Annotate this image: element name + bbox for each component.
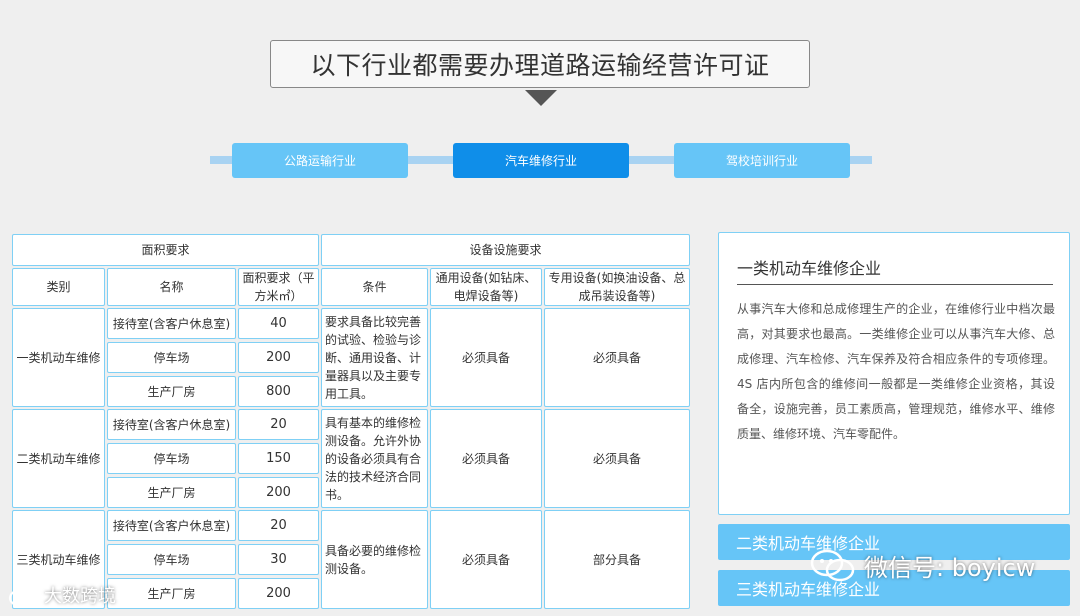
header-condition: 条件 <box>321 268 428 306</box>
row-general-equipment: 必须具备 <box>430 510 542 609</box>
tab-road-transport[interactable]: 公路运输行业 <box>232 143 408 178</box>
row-special-equipment: 必须具备 <box>544 409 690 508</box>
row-item-name: 接待室(含客户休息室) <box>107 510 236 541</box>
row-item-name: 停车场 <box>107 342 236 373</box>
tab-label: 驾校培训行业 <box>725 154 798 168</box>
wechat-icon <box>810 549 855 581</box>
row-item-name: 停车场 <box>107 544 236 575</box>
info-panel-title: 一类机动车维修企业 <box>737 255 1053 285</box>
row-category: 二类机动车维修 <box>12 409 105 508</box>
group-header-equipment: 设备设施要求 <box>321 234 690 266</box>
row-item-area: 200 <box>238 578 319 609</box>
row-condition: 具备必要的维修检测设备。 <box>321 510 428 609</box>
header-name: 名称 <box>107 268 236 306</box>
tab-driving-school[interactable]: 驾校培训行业 <box>674 143 850 178</box>
row-item-name: 生产厂房 <box>107 376 236 407</box>
weibo-icon <box>8 585 37 608</box>
row-category: 一类机动车维修 <box>12 308 105 407</box>
header-general-equipment: 通用设备(如钻床、电焊设备等) <box>430 268 542 306</box>
row-item-name: 生产厂房 <box>107 477 236 508</box>
wechat-watermark: 微信号: boyicw <box>810 548 1035 583</box>
row-general-equipment: 必须具备 <box>430 308 542 407</box>
row-item-name: 停车场 <box>107 443 236 474</box>
header-special-equipment: 专用设备(如换油设备、总成吊装设备等) <box>544 268 690 306</box>
row-item-area: 20 <box>238 409 319 440</box>
row-item-name: 接待室(含客户休息室) <box>107 308 236 339</box>
row-special-equipment: 必须具备 <box>544 308 690 407</box>
tab-label: 汽车维修行业 <box>504 154 577 168</box>
row-special-equipment: 部分具备 <box>544 510 690 609</box>
wechat-watermark-text: 微信号: boyicw <box>864 554 1036 582</box>
page-title-text: 以下行业都需要办理道路运输经营许可证 <box>310 51 770 80</box>
header-area: 面积要求（平方米㎡） <box>238 268 319 306</box>
title-pointer-arrow <box>525 90 557 106</box>
brand-watermark-text: 大数跨境 <box>44 586 116 607</box>
info-panel-body: 从事汽车大修和总成修理生产的企业，在维修行业中档次最高，对其要求也最高。一类维修… <box>737 302 1055 441</box>
tab-label: 公路运输行业 <box>283 154 356 168</box>
row-item-area: 200 <box>238 477 319 508</box>
brand-watermark: 大数跨境 <box>8 582 116 608</box>
row-item-area: 150 <box>238 443 319 474</box>
header-category: 类别 <box>12 268 105 306</box>
row-item-area: 40 <box>238 308 319 339</box>
row-condition: 要求具备比较完善的试验、检验与诊断、通用设备、计量器具以及主要专用工具。 <box>321 308 428 407</box>
row-general-equipment: 必须具备 <box>430 409 542 508</box>
info-panel: 一类机动车维修企业 从事汽车大修和总成修理生产的企业，在维修行业中档次最高，对其… <box>718 232 1070 515</box>
row-item-area: 30 <box>238 544 319 575</box>
row-condition: 具有基本的维修检测设备。允许外协的设备必须具有合法的技术经济合同书。 <box>321 409 428 508</box>
page-title: 以下行业都需要办理道路运输经营许可证 <box>270 40 810 88</box>
row-item-area: 200 <box>238 342 319 373</box>
row-item-area: 800 <box>238 376 319 407</box>
group-header-area: 面积要求 <box>12 234 319 266</box>
row-item-name: 生产厂房 <box>107 578 236 609</box>
row-item-area: 20 <box>238 510 319 541</box>
row-item-name: 接待室(含客户休息室) <box>107 409 236 440</box>
tab-auto-repair[interactable]: 汽车维修行业 <box>453 143 629 178</box>
